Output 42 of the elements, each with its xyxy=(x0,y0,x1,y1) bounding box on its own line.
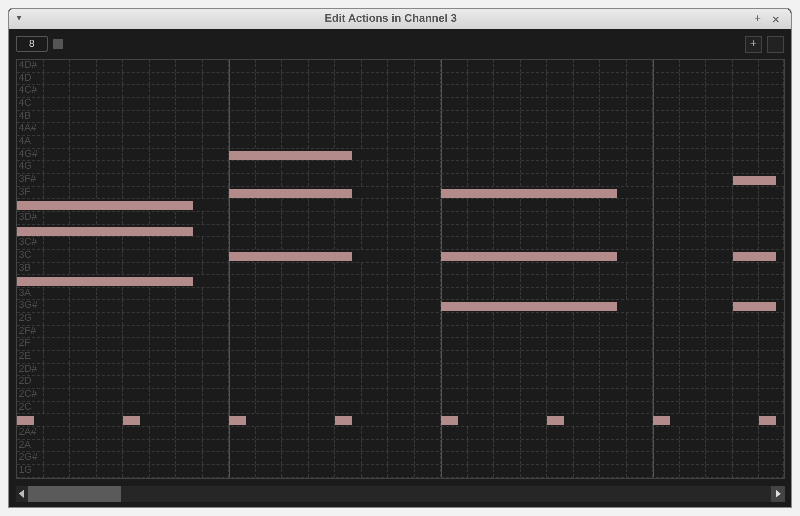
note-segment[interactable] xyxy=(600,252,616,261)
note-segment[interactable] xyxy=(759,302,776,312)
note-segment[interactable] xyxy=(335,150,352,160)
note-segment[interactable] xyxy=(123,416,140,426)
color-swatch[interactable] xyxy=(53,39,63,49)
value-field[interactable]: 8 xyxy=(16,36,48,52)
note-segment[interactable] xyxy=(335,188,352,198)
note-segment[interactable] xyxy=(441,416,458,426)
note-segment[interactable] xyxy=(335,416,352,426)
note-segment[interactable] xyxy=(17,416,34,426)
note-segment[interactable] xyxy=(732,252,760,261)
note-segment[interactable] xyxy=(600,302,616,312)
note-segment[interactable] xyxy=(335,252,352,261)
note-segment[interactable] xyxy=(176,226,192,236)
note-segment[interactable] xyxy=(441,302,468,312)
note-segment[interactable] xyxy=(732,302,760,312)
note-segment[interactable] xyxy=(600,188,616,198)
note-segment[interactable] xyxy=(229,416,246,426)
note-segment[interactable] xyxy=(732,176,760,185)
note-segment[interactable] xyxy=(759,176,776,185)
pin-button[interactable]: + xyxy=(751,10,765,28)
note-segment[interactable] xyxy=(229,188,256,198)
note-segment[interactable] xyxy=(547,416,564,426)
horizontal-scrollbar[interactable] xyxy=(16,486,785,502)
note-segment[interactable] xyxy=(441,252,468,261)
note-segment[interactable] xyxy=(759,252,776,261)
note-segment[interactable] xyxy=(653,416,670,426)
add-button[interactable]: + xyxy=(745,36,762,52)
note-segment[interactable] xyxy=(759,416,776,426)
close-button[interactable]: × xyxy=(769,12,783,26)
window-title: Edit Actions in Channel 3 xyxy=(324,12,458,27)
scroll-right-icon[interactable] xyxy=(771,486,785,502)
note-segment[interactable] xyxy=(17,277,44,286)
note-segment[interactable] xyxy=(17,201,44,210)
scroll-thumb[interactable] xyxy=(28,486,121,502)
note-segment[interactable] xyxy=(229,252,256,261)
note-segment[interactable] xyxy=(17,226,44,236)
note-segment[interactable] xyxy=(229,150,256,160)
note-segment[interactable] xyxy=(176,277,192,286)
menu-button[interactable]: ▾ xyxy=(17,12,31,26)
note-segment[interactable] xyxy=(441,188,468,198)
note-segment[interactable] xyxy=(176,201,192,210)
